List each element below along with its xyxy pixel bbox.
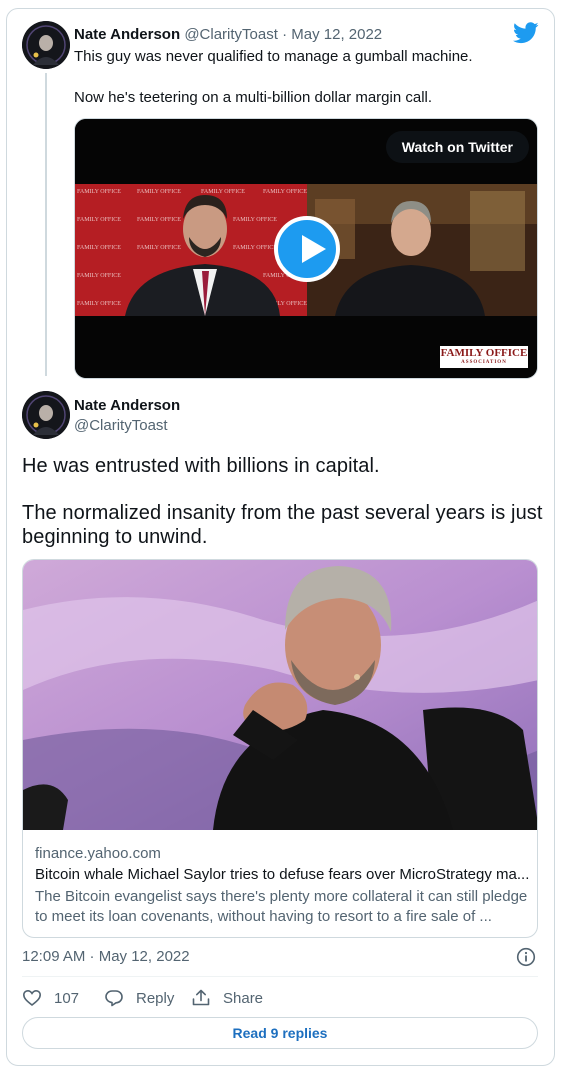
author-name[interactable]: Nate Anderson	[74, 397, 180, 414]
separator-dot: ·	[282, 26, 288, 43]
link-preview-image	[23, 560, 537, 830]
thread-line	[45, 73, 47, 376]
like-button[interactable]: 107	[22, 988, 79, 1008]
svg-text:FAMILY OFFICE: FAMILY OFFICE	[233, 245, 277, 251]
link-description-line-1: The Bitcoin evangelist says there's plen…	[35, 888, 528, 905]
link-domain: finance.yahoo.com	[35, 845, 161, 862]
heart-icon	[22, 989, 42, 1007]
author-handle[interactable]: @ClarityToast	[74, 417, 168, 434]
svg-text:FAMILY OFFICE: FAMILY OFFICE	[263, 189, 307, 195]
quoted-tweet-text-line-1: This guy was never qualified to manage a…	[74, 48, 473, 65]
avatar[interactable]	[22, 391, 70, 439]
svg-text:FAMILY OFFICE: FAMILY OFFICE	[137, 217, 181, 223]
tweet-timestamp[interactable]: 12:09 AM · May 12, 2022	[22, 948, 190, 965]
quoted-tweet-header: Nate Anderson @ClarityToast · May 12, 20…	[74, 26, 382, 43]
watch-on-twitter-button[interactable]: Watch on Twitter	[385, 131, 529, 163]
like-count: 107	[54, 989, 80, 1007]
svg-text:FAMILY OFFICE: FAMILY OFFICE	[201, 189, 245, 195]
reply-bubble-icon	[105, 990, 123, 1007]
tweet-text-line-2: The normalized insanity from the past se…	[22, 502, 543, 524]
twitter-bird-icon[interactable]	[513, 22, 539, 44]
svg-text:FAMILY OFFICE: FAMILY OFFICE	[233, 217, 277, 223]
svg-text:FAMILY OFFICE: FAMILY OFFICE	[77, 217, 121, 223]
reply-label: Reply	[136, 989, 175, 1007]
tweet-text-line-3: beginning to unwind.	[22, 526, 208, 548]
family-office-logo: FAMILY OFFICE ASSOCIATION	[440, 346, 528, 368]
info-icon[interactable]	[516, 947, 536, 967]
avatar[interactable]	[22, 21, 70, 69]
quoted-tweet-text-line-2: Now he's teetering on a multi-billion do…	[74, 89, 433, 106]
tweet-date[interactable]: May 12, 2022	[291, 26, 382, 43]
link-title: Bitcoin whale Michael Saylor tries to de…	[35, 866, 530, 883]
reply-button[interactable]: Reply	[104, 988, 174, 1008]
svg-text:FAMILY OFFICE: FAMILY OFFICE	[77, 301, 121, 307]
play-icon[interactable]	[274, 216, 340, 282]
logo-main-text: FAMILY OFFICE	[440, 347, 528, 359]
share-icon	[192, 989, 210, 1006]
read-replies-button[interactable]: Read 9 replies	[22, 1017, 538, 1049]
author-handle[interactable]: @ClarityToast	[184, 26, 278, 43]
share-button[interactable]: Share	[191, 988, 263, 1008]
tweet-text-line-1: He was entrusted with billions in capita…	[22, 455, 380, 477]
video-player[interactable]: FAMILY OFFICE FAMILY OFFICE FAMILY OFFICE F…	[74, 118, 538, 379]
link-preview-card[interactable]: finance.yahoo.com Bitcoin whale Michael …	[22, 559, 538, 938]
link-description-line-2: to meet its loan covenants, without havi…	[35, 908, 492, 925]
svg-text:FAMILY OFFICE: FAMILY OFFICE	[77, 245, 121, 251]
author-name[interactable]: Nate Anderson	[74, 26, 180, 43]
svg-text:FAMILY OFFICE: FAMILY OFFICE	[137, 245, 181, 251]
divider	[22, 976, 538, 977]
share-label: Share	[223, 989, 264, 1007]
svg-text:FAMILY OFFICE: FAMILY OFFICE	[77, 273, 121, 279]
logo-sub-text: ASSOCIATION	[461, 360, 507, 365]
svg-text:FAMILY OFFICE: FAMILY OFFICE	[77, 189, 121, 195]
svg-text:FAMILY OFFICE: FAMILY OFFICE	[137, 189, 181, 195]
